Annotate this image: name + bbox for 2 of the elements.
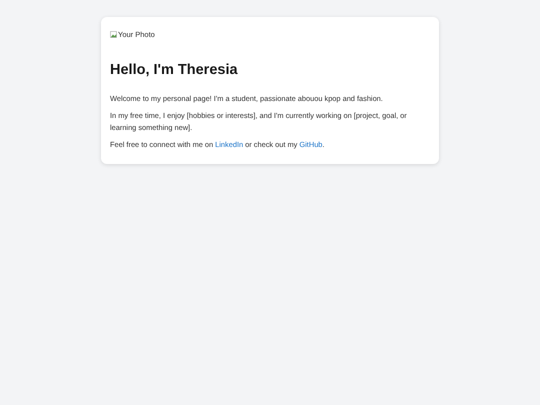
broken-image-icon (110, 31, 117, 38)
page-heading: Hello, I'm Theresia (110, 62, 239, 78)
